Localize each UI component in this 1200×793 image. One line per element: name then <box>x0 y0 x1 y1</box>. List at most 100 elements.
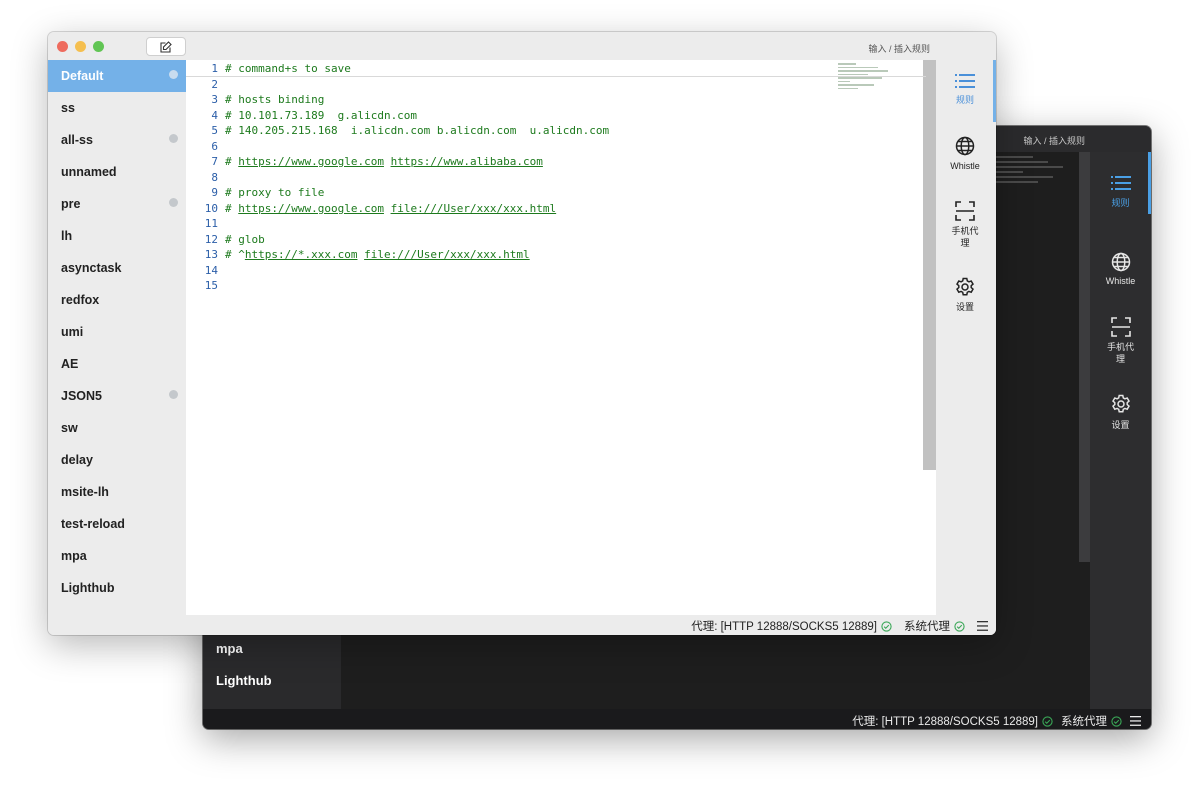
code-line[interactable]: 13# ^https://*.xxx.com file:///User/xxx/… <box>186 247 926 263</box>
code-line[interactable]: 1# command+s to save <box>186 61 926 77</box>
code-text: # hosts binding <box>225 93 324 106</box>
code-link[interactable]: file:///User/xxx/xxx.html <box>364 248 530 261</box>
code-line[interactable]: 5 # 140.205.215.168 i.alicdn.com b.alicdn… <box>186 123 926 139</box>
code-text <box>384 202 391 215</box>
globe-icon <box>1111 252 1131 272</box>
line-number: 8 <box>186 170 218 186</box>
rule-item-umi[interactable]: umi <box>48 316 186 348</box>
nav-mobile-proxy[interactable]: 手机代理 <box>936 201 994 249</box>
rules-editor[interactable]: 1# command+s to save23 # hosts binding 4 # … <box>186 60 936 615</box>
proxy-status[interactable]: 代理: [HTTP 12888/SOCKS5 12889] <box>691 618 877 634</box>
rule-item-label: AE <box>61 357 78 371</box>
dark-minimap <box>993 156 1073 186</box>
title-hint: 输入 / 插入规则 <box>868 42 930 55</box>
rule-item-pre[interactable]: pre <box>48 188 186 220</box>
dark-nav-mobile-proxy[interactable]: 手机代理 <box>1090 317 1151 365</box>
edit-rule-button[interactable] <box>146 37 186 56</box>
scan-icon <box>1111 317 1131 337</box>
nav-settings[interactable]: 设置 <box>936 277 994 313</box>
dark-system-proxy[interactable]: 系统代理 <box>1061 713 1107 729</box>
code-line[interactable]: 14 <box>186 263 926 279</box>
code-line[interactable]: 12# glob <box>186 232 926 248</box>
code-line[interactable]: 2 <box>186 77 926 93</box>
minimize-window-button[interactable] <box>75 41 86 52</box>
system-proxy-status[interactable]: 系统代理 <box>904 618 950 634</box>
code-line[interactable]: 4 # 10.101.73.189 g.alicdn.com <box>186 108 926 124</box>
rule-item-label: msite-lh <box>61 485 109 499</box>
code-link[interactable]: https://www.google.com <box>238 202 384 215</box>
code-line[interactable]: 9# proxy to file <box>186 185 926 201</box>
rule-item-ss[interactable]: ss <box>48 92 186 124</box>
rule-item-test-reload[interactable]: test-reload <box>48 508 186 540</box>
code-comment: # glob <box>225 233 265 246</box>
code-link[interactable]: https://*.xxx.com <box>245 248 358 261</box>
rule-item-label: Default <box>61 69 103 83</box>
rule-enabled-dot[interactable] <box>169 198 178 207</box>
rule-item-sw[interactable]: sw <box>48 412 186 444</box>
rule-item-redfox[interactable]: redfox <box>48 284 186 316</box>
rule-item-label: unnamed <box>61 165 117 179</box>
code-link[interactable]: file:///User/xxx/xxx.html <box>391 202 557 215</box>
rule-item-delay[interactable]: delay <box>48 444 186 476</box>
nav-label: 手机代理 <box>950 225 980 249</box>
rule-item-label: lh <box>61 229 72 243</box>
rule-item-label: sw <box>61 421 78 435</box>
line-number: 5 <box>186 123 218 139</box>
rule-item-label: delay <box>61 453 93 467</box>
rule-item-lighthub[interactable]: Lighthub <box>48 572 186 604</box>
rule-item-default[interactable]: Default <box>48 60 186 92</box>
dark-nav-active-indicator <box>1148 152 1151 214</box>
dark-nav-label: 设置 <box>1111 420 1129 430</box>
code-text: # ^ <box>225 248 245 261</box>
code-link[interactable]: https://www.google.com <box>238 155 384 168</box>
code-line[interactable]: 7# https://www.google.com https://www.al… <box>186 154 926 170</box>
code-comment: # command+s to save <box>225 62 351 75</box>
code-line[interactable]: 10# https://www.google.com file:///User/… <box>186 201 926 217</box>
rule-item-json5[interactable]: JSON5 <box>48 380 186 412</box>
rule-item-all-ss[interactable]: all-ss <box>48 124 186 156</box>
code-comment: # 10.101.73.189 g.alicdn.com <box>225 109 417 122</box>
dark-nav-rules[interactable]: 规则 <box>1090 174 1151 209</box>
rule-item-asynctask[interactable]: asynctask <box>48 252 186 284</box>
rule-enabled-dot[interactable] <box>169 390 178 399</box>
rule-item-label: Lighthub <box>61 581 114 595</box>
menu-icon[interactable] <box>977 621 988 631</box>
line-number: 3 <box>186 92 218 108</box>
rule-item-mpa[interactable]: mpa <box>48 540 186 572</box>
gear-icon <box>1111 394 1131 414</box>
code-text: # command+s to save <box>225 62 351 75</box>
dark-proxy-status[interactable]: 代理: [HTTP 12888/SOCKS5 12889] <box>852 713 1038 729</box>
rule-item-ae[interactable]: AE <box>48 348 186 380</box>
line-number: 11 <box>186 216 218 232</box>
code-line[interactable]: 6 <box>186 139 926 155</box>
rule-item-unnamed[interactable]: unnamed <box>48 156 186 188</box>
gear-icon <box>955 277 975 297</box>
code-line[interactable]: 11 <box>186 216 926 232</box>
code-text: # 140.205.215.168 i.alicdn.com b.alicdn.… <box>225 124 609 137</box>
maximize-window-button[interactable] <box>93 41 104 52</box>
code-line[interactable]: 3 # hosts binding <box>186 92 926 108</box>
close-window-button[interactable] <box>57 41 68 52</box>
rule-enabled-dot[interactable] <box>169 70 178 79</box>
dark-nav-whistle[interactable]: Whistle <box>1090 252 1151 286</box>
dark-nav-label: Whistle <box>1106 276 1136 286</box>
rule-item-label: asynctask <box>61 261 121 275</box>
rule-enabled-dot[interactable] <box>169 134 178 143</box>
dark-rule-item[interactable]: mpa <box>216 641 243 656</box>
dark-nav-settings[interactable]: 设置 <box>1090 394 1151 431</box>
code-link[interactable]: https://www.alibaba.com <box>391 155 543 168</box>
rule-item-msite-lh[interactable]: msite-lh <box>48 476 186 508</box>
code-line[interactable]: 15 <box>186 278 926 294</box>
menu-icon[interactable] <box>1130 716 1141 726</box>
dark-rule-item[interactable]: Lighthub <box>216 673 272 688</box>
nav-whistle[interactable]: Whistle <box>936 136 994 172</box>
rule-list: Default ssall-ss unnamed pre lh asynctask redf… <box>48 60 186 615</box>
rule-item-label: umi <box>61 325 83 339</box>
rule-item-lh[interactable]: lh <box>48 220 186 252</box>
nav-label: Whistle <box>950 161 980 171</box>
code-line[interactable]: 8 <box>186 170 926 186</box>
line-number: 4 <box>186 108 218 124</box>
status-bar: 代理: [HTTP 12888/SOCKS5 12889] 系统代理 <box>48 615 996 635</box>
code-text: # proxy to file <box>225 186 324 199</box>
nav-rules[interactable]: 规则 <box>936 72 994 106</box>
